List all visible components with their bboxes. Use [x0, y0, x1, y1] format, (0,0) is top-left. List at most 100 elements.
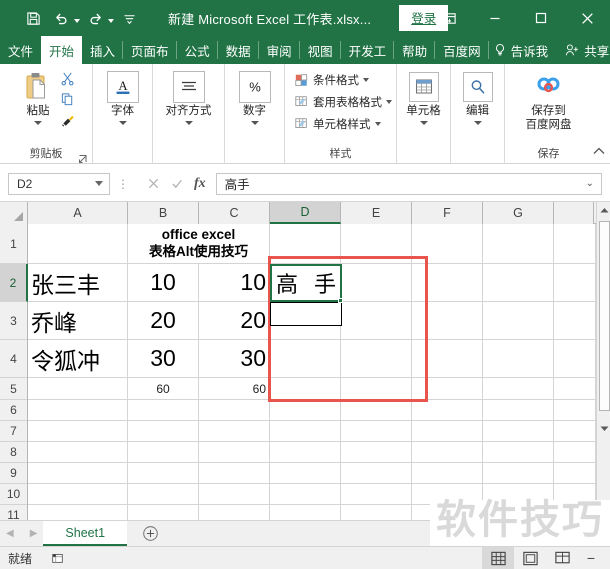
column-header-b[interactable]: B: [128, 202, 199, 224]
insert-function-icon[interactable]: fx: [194, 176, 206, 192]
cell-f7[interactable]: [412, 421, 483, 442]
cell-e7[interactable]: [341, 421, 412, 442]
row-header-8[interactable]: 8: [0, 442, 27, 463]
tab-baidu-netdisk[interactable]: 百度网: [435, 36, 489, 64]
cell-a1[interactable]: [28, 224, 128, 264]
row-header-3[interactable]: 3: [0, 302, 27, 340]
cell-h2[interactable]: [554, 264, 596, 302]
cell-e2[interactable]: [341, 264, 412, 302]
name-box-caret-icon[interactable]: [95, 181, 103, 186]
macro-record-icon[interactable]: [50, 551, 65, 565]
font-dropdown-caret-icon[interactable]: [118, 121, 127, 126]
cell-e3[interactable]: [341, 302, 412, 340]
editing-button[interactable]: 编辑: [455, 68, 501, 126]
tab-insert[interactable]: 插入: [82, 36, 124, 64]
cell-h8[interactable]: [554, 442, 596, 463]
close-button[interactable]: [564, 0, 610, 36]
cell-b8[interactable]: [128, 442, 199, 463]
cell-a2[interactable]: 张三丰: [28, 264, 128, 302]
tab-page-layout[interactable]: 页面布: [123, 36, 177, 64]
cell-a9[interactable]: [28, 463, 128, 484]
cell-f1[interactable]: [412, 224, 483, 264]
cell-f2[interactable]: [412, 264, 483, 302]
cell-a4[interactable]: 令狐冲: [28, 340, 128, 378]
undo-dropdown-caret-icon[interactable]: [74, 19, 80, 23]
cell-d9[interactable]: [270, 463, 341, 484]
cut-button[interactable]: [60, 70, 76, 91]
cell-a3[interactable]: 乔峰: [28, 302, 128, 340]
clipboard-dialog-launcher-icon[interactable]: [78, 151, 88, 163]
cell-g9[interactable]: [483, 463, 554, 484]
cell-e11[interactable]: [341, 505, 412, 520]
tab-developer[interactable]: 开发工: [341, 36, 395, 64]
column-header-c[interactable]: C: [199, 202, 270, 224]
cell-f9[interactable]: [412, 463, 483, 484]
alignment-button[interactable]: 对齐方式: [158, 68, 220, 126]
alignment-dropdown-caret-icon[interactable]: [184, 121, 193, 126]
tab-review[interactable]: 审阅: [259, 36, 300, 64]
cells-button[interactable]: 单元格: [401, 68, 447, 126]
save-to-baidu-netdisk-button[interactable]: 保存到 百度网盘: [510, 68, 588, 132]
cancel-formula-icon[interactable]: [147, 177, 160, 190]
cell-b2[interactable]: 10: [128, 264, 199, 302]
redo-dropdown-caret-icon[interactable]: [108, 19, 114, 23]
cell-g1[interactable]: [483, 224, 554, 264]
cell-h6[interactable]: [554, 400, 596, 421]
cell-d5[interactable]: [270, 378, 341, 400]
cell-e5[interactable]: [341, 378, 412, 400]
row-header-9[interactable]: 9: [0, 463, 27, 484]
tab-file[interactable]: 文件: [0, 36, 41, 64]
cell-e8[interactable]: [341, 442, 412, 463]
undo-icon[interactable]: [48, 5, 74, 31]
cell-h4[interactable]: [554, 340, 596, 378]
cell-g7[interactable]: [483, 421, 554, 442]
cell-g3[interactable]: [483, 302, 554, 340]
cell-c9[interactable]: [199, 463, 270, 484]
column-header-g[interactable]: G: [483, 202, 554, 224]
row-header-4[interactable]: 4: [0, 340, 27, 378]
row-header-7[interactable]: 7: [0, 421, 27, 442]
cell-a11[interactable]: [28, 505, 128, 520]
font-button[interactable]: A 字体: [98, 68, 148, 126]
cell-d1[interactable]: [270, 224, 341, 264]
cell-e10[interactable]: [341, 484, 412, 505]
add-sheet-button[interactable]: [127, 521, 173, 546]
cell-c3[interactable]: 20: [199, 302, 270, 340]
save-icon[interactable]: [20, 5, 46, 31]
formula-bar-drag-handle[interactable]: ⋮: [117, 177, 130, 191]
next-sheet-icon[interactable]: ▶: [30, 528, 38, 539]
column-header-f[interactable]: F: [412, 202, 483, 224]
tab-formulas[interactable]: 公式: [177, 36, 218, 64]
conditional-formatting-caret-icon[interactable]: [363, 78, 369, 82]
cell-b9[interactable]: [128, 463, 199, 484]
share-button[interactable]: 共享: [556, 36, 610, 64]
cell-b6[interactable]: [128, 400, 199, 421]
cell-d8[interactable]: [270, 442, 341, 463]
tab-data[interactable]: 数据: [218, 36, 259, 64]
cell-d7[interactable]: [270, 421, 341, 442]
paste-button[interactable]: 粘贴: [16, 68, 60, 126]
cell-styles-button[interactable]: 单元格样式: [292, 113, 381, 135]
cell-f5[interactable]: [412, 378, 483, 400]
cell-d4[interactable]: [270, 340, 341, 378]
cell-styles-caret-icon[interactable]: [374, 122, 381, 126]
cell-d3[interactable]: [270, 302, 341, 340]
cell-f4[interactable]: [412, 340, 483, 378]
page-layout-view-icon[interactable]: [514, 547, 546, 569]
customize-qat-icon[interactable]: [116, 5, 142, 31]
cell-b7[interactable]: [128, 421, 199, 442]
paste-dropdown-caret-icon[interactable]: [34, 121, 42, 126]
editing-dropdown-caret-icon[interactable]: [473, 121, 482, 126]
cell-c4[interactable]: 30: [199, 340, 270, 378]
cell-e4[interactable]: [341, 340, 412, 378]
tab-home[interactable]: 开始: [41, 36, 83, 64]
cell-a10[interactable]: [28, 484, 128, 505]
tab-view[interactable]: 视图: [300, 36, 341, 64]
cell-d2[interactable]: [270, 264, 341, 302]
cell-g5[interactable]: [483, 378, 554, 400]
column-header-h-partial[interactable]: [554, 202, 594, 224]
redo-icon[interactable]: [82, 5, 108, 31]
cell-c2[interactable]: 10: [199, 264, 270, 302]
cell-b4[interactable]: 30: [128, 340, 199, 378]
cell-g2[interactable]: [483, 264, 554, 302]
